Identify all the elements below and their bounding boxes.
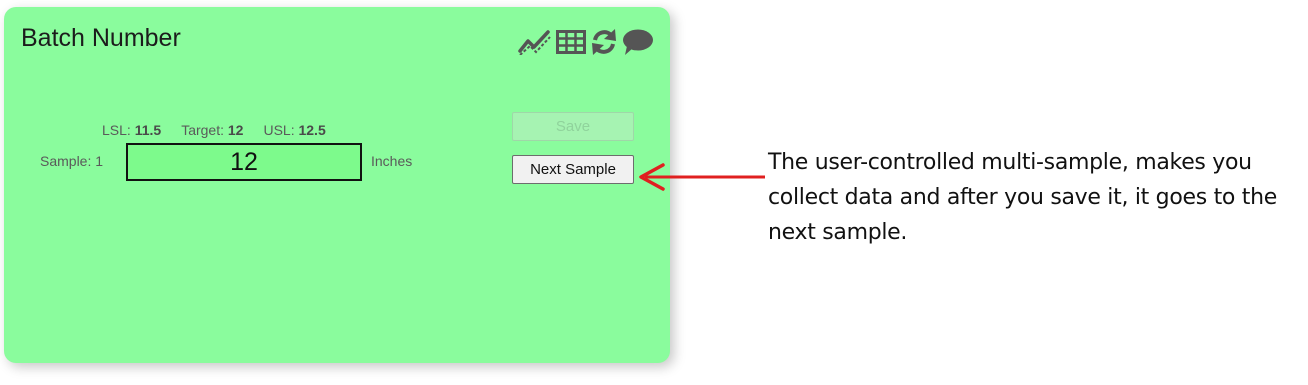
- annotation-arrow: [639, 163, 765, 191]
- batch-number-card: Batch Number LSL: 11.5 Target: 12 USL: 1…: [4, 7, 670, 363]
- table-icon[interactable]: [556, 30, 586, 54]
- usl-value: 12.5: [298, 122, 326, 138]
- target-label: Target:: [181, 122, 224, 138]
- card-toolbar: [518, 27, 654, 57]
- annotation-text: The user-controlled multi-sample, makes …: [768, 150, 1277, 245]
- trend-chart-icon[interactable]: [518, 29, 552, 55]
- spec-limits: LSL: 11.5 Target: 12 USL: 12.5: [102, 122, 326, 138]
- sample-value-input[interactable]: [126, 143, 362, 181]
- target-value: 12: [227, 122, 244, 138]
- refresh-icon[interactable]: [590, 28, 618, 56]
- lsl-label: LSL:: [102, 122, 131, 138]
- target-limit: Target: 12: [181, 122, 243, 138]
- unit-label: Inches: [371, 153, 413, 169]
- lsl-value: 11.5: [134, 122, 162, 138]
- usl-label: USL:: [263, 122, 295, 138]
- comment-icon[interactable]: [622, 28, 654, 56]
- lsl-limit: LSL: 11.5: [102, 122, 161, 138]
- card-title: Batch Number: [21, 24, 181, 52]
- sample-label: Sample: 1: [40, 153, 104, 169]
- next-sample-button[interactable]: Next Sample: [512, 155, 634, 184]
- usl-limit: USL: 12.5: [263, 122, 325, 138]
- save-button[interactable]: Save: [512, 112, 634, 141]
